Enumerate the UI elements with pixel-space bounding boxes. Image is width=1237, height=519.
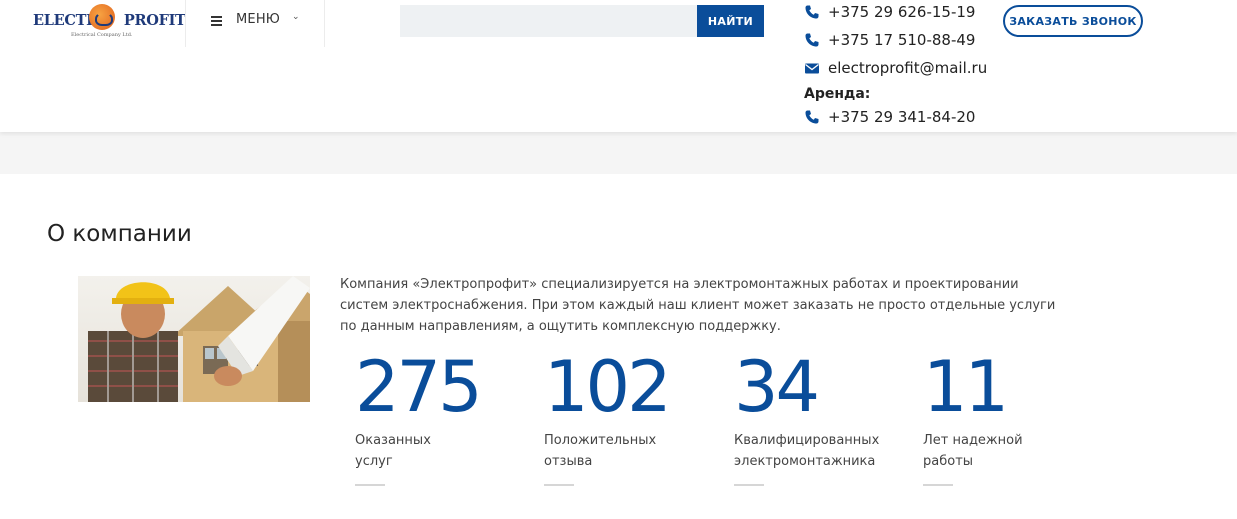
stat-label: Положительных отзыва [544, 433, 657, 469]
phone-icon [804, 32, 820, 48]
site-header: ELECTR PROFIT Electrical Company Ltd. МЕН… [0, 0, 1237, 132]
breadcrumb-band [0, 132, 1237, 174]
phone-number: +375 29 341-84-20 [828, 108, 976, 126]
order-call-button[interactable]: ЗАКАЗАТЬ ЗВОНОК [1003, 5, 1143, 37]
stat-value: 34 [734, 346, 820, 428]
menu-button[interactable]: МЕНЮ ⌄ [185, 0, 325, 47]
about-photo [78, 276, 310, 402]
phone-link-2[interactable]: +375 17 510-88-49 [804, 31, 975, 49]
stat-item: 102 Положительных отзыва [544, 348, 714, 486]
stat-divider [544, 484, 574, 486]
stat-item: 11 Лет надежной работы [923, 348, 1093, 486]
hamburger-icon [211, 16, 222, 26]
stat-value: 11 [923, 346, 1009, 428]
stat-label: Лет надежной работы [923, 433, 1023, 469]
phone-number: +375 29 626-15-19 [828, 3, 976, 21]
stat-label: Оказанных услуг [355, 433, 431, 469]
section-title: О компании [47, 221, 192, 247]
email-address: electroprofit@mail.ru [828, 59, 988, 77]
chevron-down-icon: ⌄ [292, 12, 300, 22]
stat-divider [923, 484, 953, 486]
phone-icon [804, 4, 820, 20]
phone-link-1[interactable]: +375 29 626-15-19 [804, 3, 975, 21]
stat-divider [734, 484, 764, 486]
menu-label: МЕНЮ [236, 12, 281, 27]
stat-value: 102 [544, 346, 672, 428]
site-logo[interactable]: ELECTR PROFIT Electrical Company Ltd. [33, 4, 186, 40]
about-description: Компания «Электропрофит» специализируетс… [340, 277, 1056, 334]
logo-emblem-icon [89, 4, 115, 30]
stat-value: 275 [355, 346, 483, 428]
phone-icon [804, 109, 820, 125]
stat-item: 34 Квалифицированных электромонтажника [734, 348, 904, 486]
phone-number: +375 17 510-88-49 [828, 31, 976, 49]
stat-label: Квалифицированных электромонтажника [734, 433, 880, 469]
search-input[interactable] [400, 5, 697, 37]
stat-divider [355, 484, 385, 486]
search-button[interactable]: НАЙТИ [697, 5, 764, 37]
phone-link-3[interactable]: +375 29 341-84-20 [804, 108, 975, 126]
envelope-icon [804, 60, 820, 76]
stat-item: 275 Оказанных услуг [355, 348, 525, 486]
logo-subtitle: Electrical Company Ltd. [71, 32, 133, 38]
email-link[interactable]: electroprofit@mail.ru [804, 59, 987, 77]
rent-label: Аренда: [804, 86, 871, 102]
